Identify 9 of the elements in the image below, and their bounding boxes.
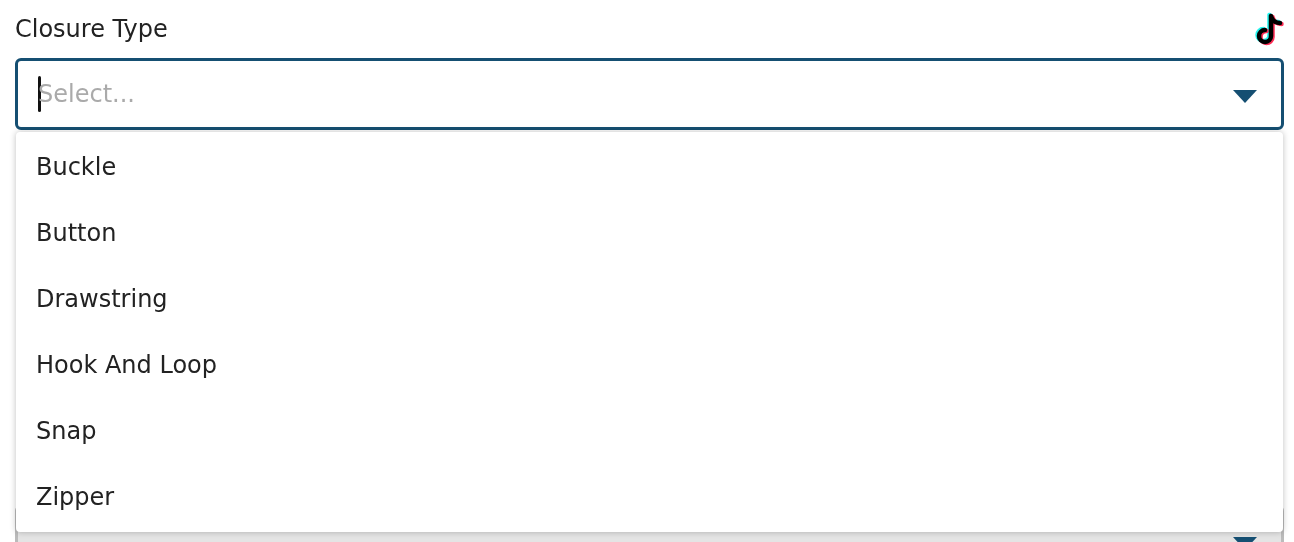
field-label: Closure Type [15,15,168,43]
menu-option[interactable]: Drawstring [16,266,1283,332]
menu-option[interactable]: Buckle [16,134,1283,200]
menu-option[interactable]: Hook And Loop [16,332,1283,398]
menu-option[interactable]: Zipper [16,464,1283,530]
menu-option[interactable]: Snap [16,398,1283,464]
music-note-icon [1254,12,1284,46]
menu-option[interactable]: Button [16,200,1283,266]
caret-icon [1233,89,1257,103]
